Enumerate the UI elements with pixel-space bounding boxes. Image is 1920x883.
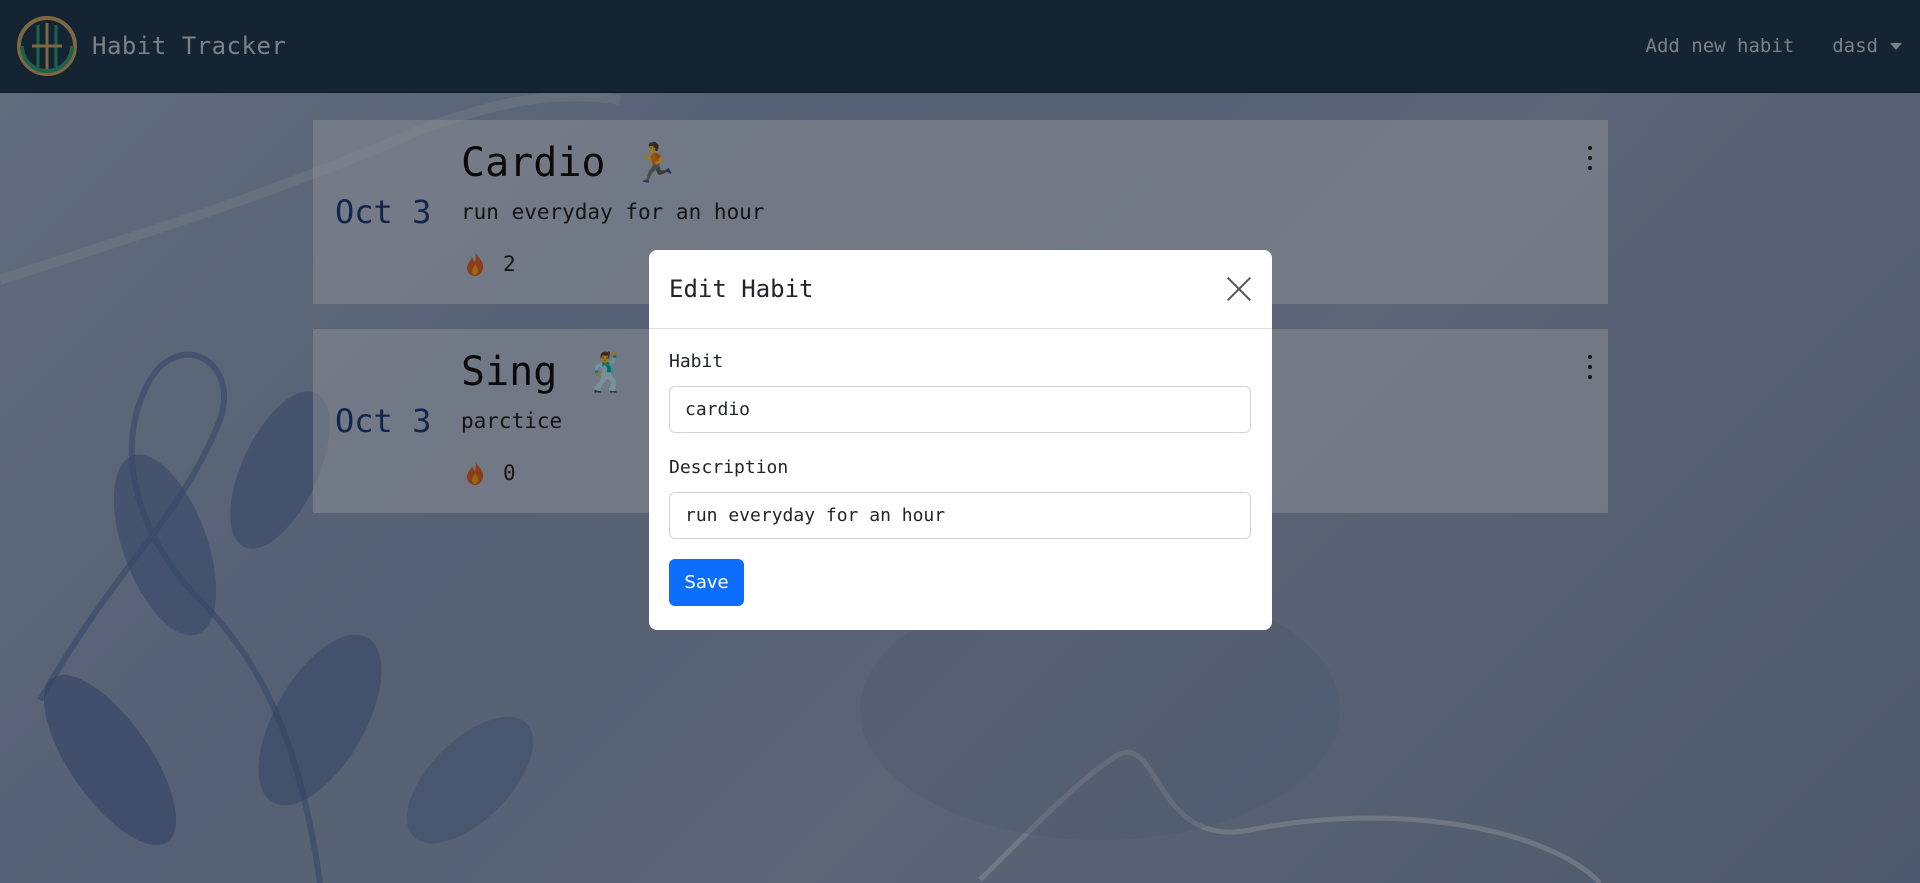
habit-label: Habit: [669, 351, 724, 372]
description-input[interactable]: [669, 492, 1251, 539]
modal-title: Edit Habit: [669, 275, 814, 303]
close-icon[interactable]: [1226, 276, 1252, 302]
edit-habit-modal: Edit Habit Habit Description Save: [649, 250, 1272, 630]
modal-body: Habit Description Save: [649, 329, 1272, 606]
description-label: Description: [669, 457, 789, 478]
save-button[interactable]: Save: [669, 559, 744, 606]
modal-header: Edit Habit: [649, 250, 1272, 329]
habit-input[interactable]: [669, 386, 1251, 433]
